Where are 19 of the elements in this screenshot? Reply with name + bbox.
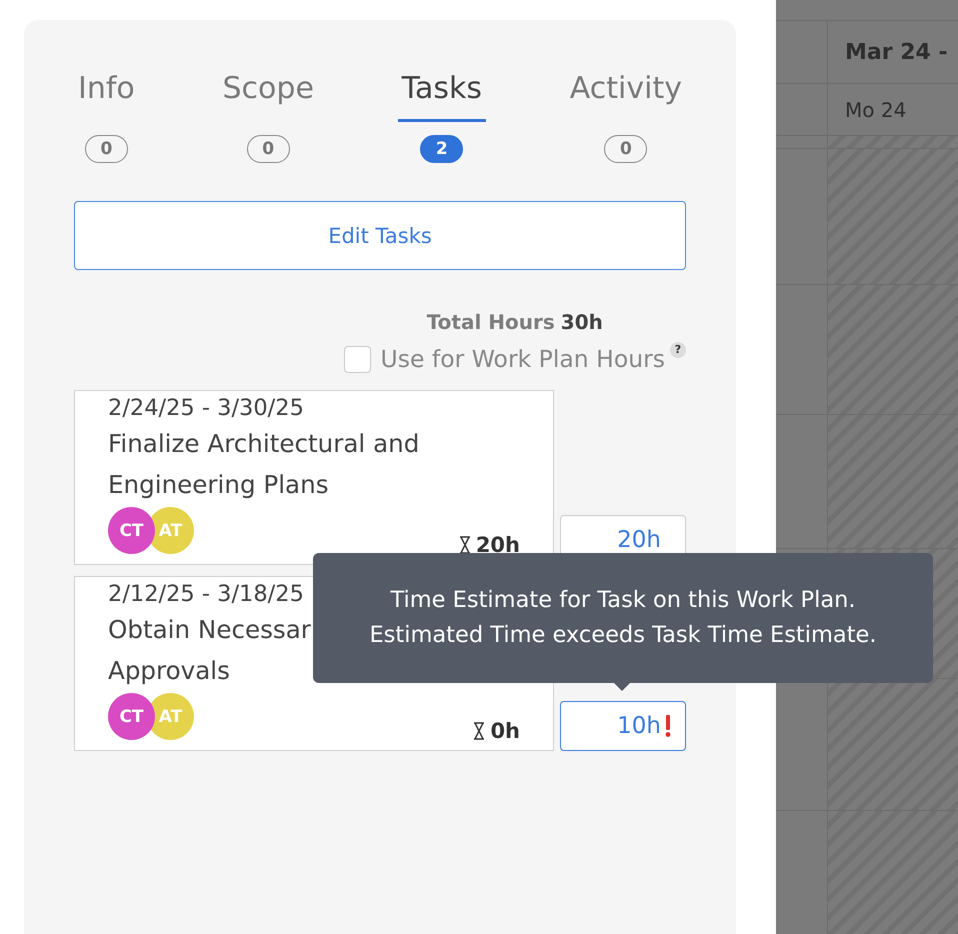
- tooltip-text: Time Estimate for Task on this Work Plan.: [390, 586, 856, 615]
- avatar: CT: [108, 507, 155, 554]
- task-title: Finalize Architectural and Engineering Plans: [108, 428, 420, 501]
- count-badge: 0: [84, 135, 128, 163]
- task-dates: 2/12/25 - 3/18/25: [108, 580, 304, 609]
- task-dates: 2/24/25 - 3/30/25: [108, 394, 304, 423]
- week-range-label: Mar 24 -: [845, 40, 948, 64]
- tooltip-text: Estimated Time exceeds Task Time Estimate.: [369, 621, 877, 650]
- avatar: CT: [108, 693, 155, 740]
- count-badge: 0: [604, 135, 648, 163]
- day-label: Mo 24: [845, 98, 906, 122]
- task-title: Obtain Necessar Approvals: [108, 614, 311, 687]
- task-estimate: 0h: [490, 718, 520, 744]
- task-estimate: 20h: [476, 532, 520, 558]
- checkbox-label: Use for Work Plan Hours: [380, 344, 665, 375]
- total-hours-label: Total Hours: [426, 309, 555, 336]
- count-badge: 2: [420, 135, 464, 163]
- total-hours-value: 30h: [560, 309, 603, 336]
- count-badge: 0: [246, 135, 290, 163]
